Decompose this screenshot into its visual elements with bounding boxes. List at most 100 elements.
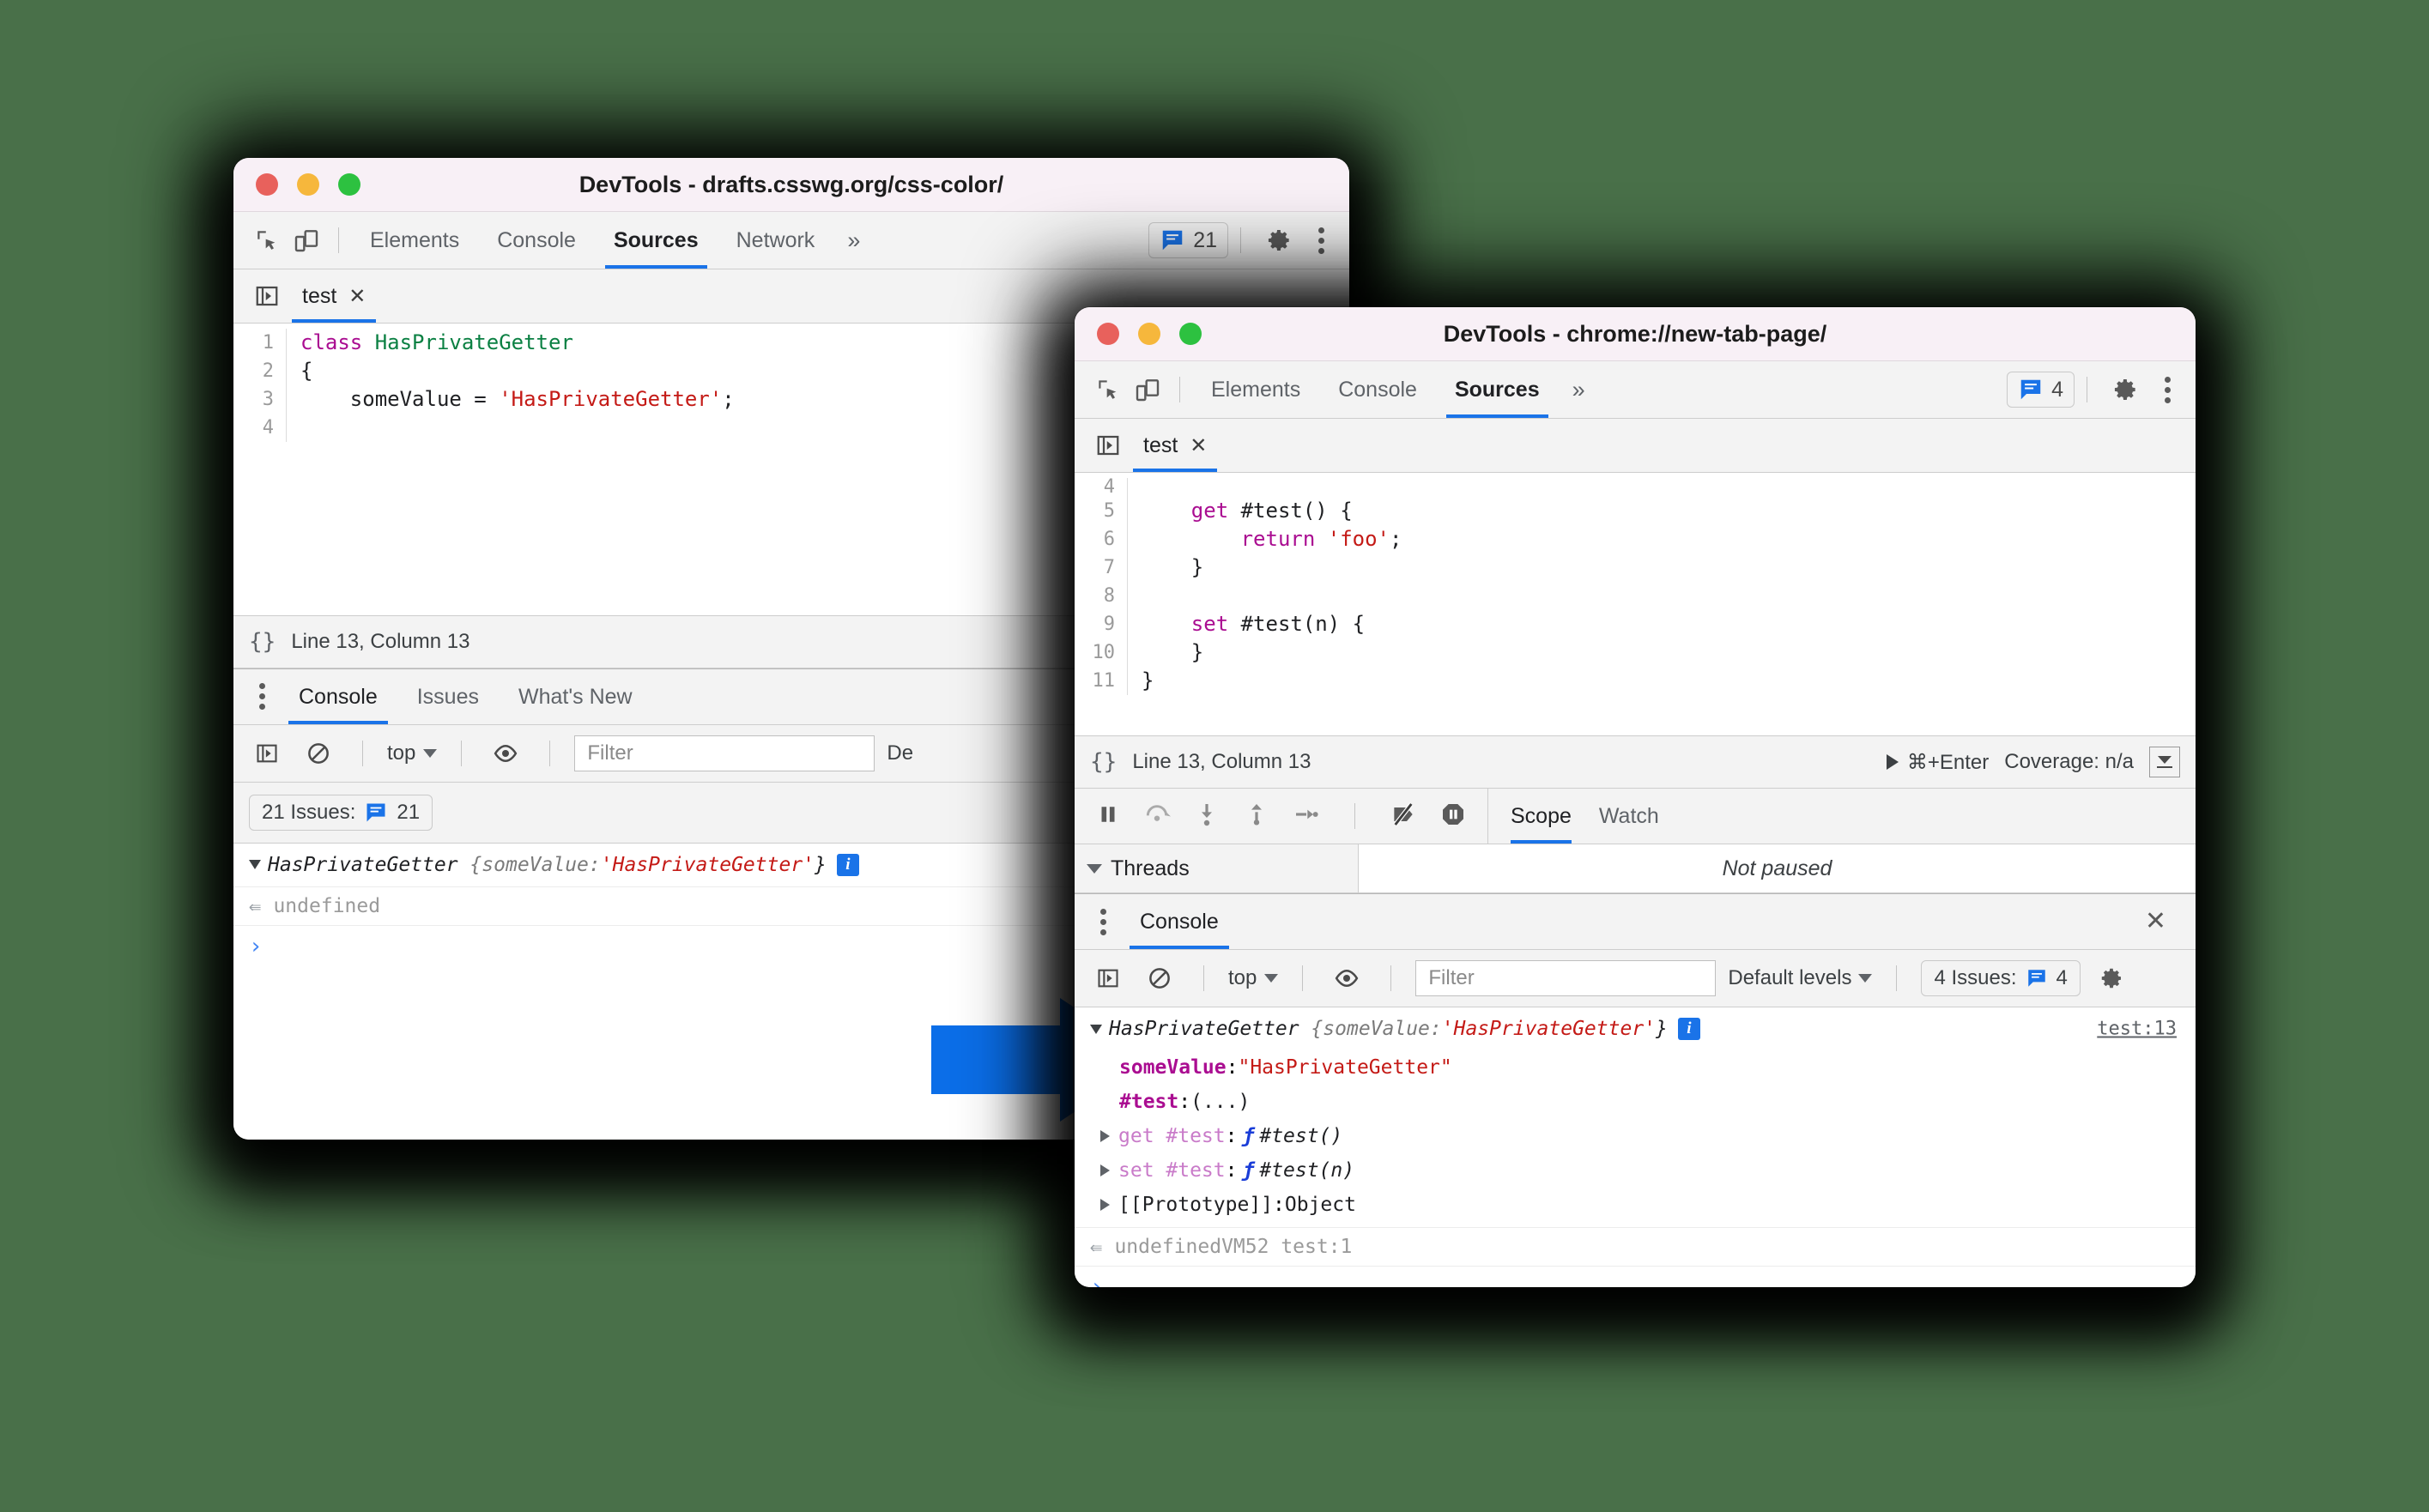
tab-console[interactable]: Console <box>1319 361 1436 418</box>
object-accessor-row[interactable]: get #test : ƒ #test() <box>1075 1119 2196 1153</box>
close-drawer-icon[interactable]: ✕ <box>2145 909 2182 934</box>
filter-input[interactable]: Filter <box>574 735 875 771</box>
debugger-side-tabs[interactable]: Scope Watch <box>1487 789 2196 844</box>
expand-caret-icon[interactable] <box>1090 1024 1102 1034</box>
back-window-traffic-lights[interactable] <box>233 173 360 196</box>
object-property-row[interactable]: someValue : "HasPrivateGetter" <box>1075 1050 2196 1085</box>
console-sidebar-icon[interactable] <box>247 734 287 773</box>
more-tabs-icon[interactable]: » <box>833 227 874 254</box>
file-tab-test[interactable]: test ✕ <box>1128 419 1222 472</box>
levels-label-truncated[interactable]: De <box>887 741 913 765</box>
inspect-icon[interactable] <box>1088 370 1128 409</box>
minimize-window-button[interactable] <box>1138 323 1160 345</box>
console-prompt[interactable]: › <box>1075 1267 2196 1287</box>
kebab-menu-icon[interactable] <box>247 683 276 710</box>
front-code-editor[interactable]: 4 5 get #test() { 6 return 'foo'; 7 } 8 … <box>1075 473 2196 735</box>
return-source-link[interactable]: VM52 test:1 <box>1221 1236 1352 1258</box>
live-expression-icon[interactable] <box>486 734 525 773</box>
object-brace-open <box>458 854 470 876</box>
filter-input[interactable]: Filter <box>1415 960 1717 996</box>
issues-badge[interactable]: 4 <box>2007 372 2075 408</box>
debugger-controls[interactable] <box>1075 789 1487 844</box>
front-debugger-row[interactable]: Scope Watch <box>1075 789 2196 844</box>
source-link[interactable]: test:13 <box>2097 1019 2177 1040</box>
drawer-tab-whats-new[interactable]: What's New <box>501 669 650 724</box>
expand-caret-icon[interactable] <box>1100 1130 1110 1142</box>
object-property-row[interactable]: #test : (...) <box>1075 1085 2196 1119</box>
show-navigator-icon[interactable] <box>1088 426 1128 465</box>
front-drawer-tabbar[interactable]: Console ✕ <box>1075 893 2196 950</box>
issues-badge[interactable]: 21 <box>1148 222 1228 258</box>
tab-sources[interactable]: Sources <box>1436 361 1559 418</box>
issues-pill[interactable]: 4 Issues: 4 <box>1921 960 2081 996</box>
tab-scope[interactable]: Scope <box>1511 789 1572 844</box>
front-threads-row[interactable]: Threads Not paused <box>1075 844 2196 893</box>
front-console-output[interactable]: HasPrivateGetter { someValue : 'HasPriva… <box>1075 1007 2196 1287</box>
close-window-button[interactable] <box>1097 323 1119 345</box>
show-drawer-icon[interactable] <box>2149 747 2180 777</box>
inspect-icon[interactable] <box>247 221 287 260</box>
context-selector[interactable]: top <box>1228 966 1279 990</box>
front-editor-statusbar[interactable]: {} Line 13, Column 13 ⌘+Enter Coverage: … <box>1075 735 2196 789</box>
close-icon[interactable]: ✕ <box>348 284 366 309</box>
step-out-icon[interactable] <box>1243 801 1270 832</box>
step-into-icon[interactable] <box>1193 801 1221 832</box>
step-icon[interactable] <box>1293 801 1320 832</box>
device-toolbar-icon[interactable] <box>1128 370 1167 409</box>
kebab-menu-icon[interactable] <box>2153 376 2182 403</box>
levels-selector[interactable]: Default levels <box>1728 966 1873 990</box>
more-tabs-icon[interactable]: » <box>1559 377 1599 403</box>
front-window-traffic-lights[interactable] <box>1075 323 1202 345</box>
info-icon[interactable]: i <box>836 853 859 876</box>
maximize-window-button[interactable] <box>338 173 360 196</box>
drawer-tab-console[interactable]: Console <box>282 669 395 724</box>
context-selector[interactable]: top <box>387 741 438 765</box>
object-prototype-row[interactable]: [[Prototype]] : Object <box>1075 1188 2196 1228</box>
file-tab-test[interactable]: test ✕ <box>287 269 381 323</box>
front-devtools-window[interactable]: DevTools - chrome://new-tab-page/ Elemen… <box>1075 307 2196 1287</box>
info-icon[interactable]: i <box>1677 1018 1700 1040</box>
console-object-row[interactable]: HasPrivateGetter { someValue : 'HasPriva… <box>1075 1007 2196 1050</box>
format-code-icon[interactable]: {} <box>1090 749 1117 775</box>
device-toolbar-icon[interactable] <box>287 221 326 260</box>
front-console-filter-bar[interactable]: top Filter Default levels 4 Issues: 4 <box>1075 950 2196 1007</box>
gear-icon[interactable] <box>2093 959 2132 998</box>
chevron-down-icon[interactable] <box>1087 863 1102 874</box>
live-expression-icon[interactable] <box>1327 959 1366 998</box>
format-code-icon[interactable]: {} <box>249 629 276 655</box>
gear-icon[interactable] <box>2106 370 2146 409</box>
threads-section[interactable]: Threads <box>1075 844 1358 892</box>
pause-on-exceptions-icon[interactable] <box>1439 801 1467 832</box>
tab-elements[interactable]: Elements <box>351 212 478 269</box>
front-sources-file-tabbar[interactable]: test ✕ <box>1075 419 2196 473</box>
clear-console-icon[interactable] <box>1140 959 1179 998</box>
close-icon[interactable]: ✕ <box>1190 433 1207 458</box>
pause-icon[interactable] <box>1095 801 1121 832</box>
tab-watch[interactable]: Watch <box>1599 789 1659 844</box>
drawer-tab-issues[interactable]: Issues <box>400 669 496 724</box>
kebab-menu-icon[interactable] <box>1088 908 1118 935</box>
show-navigator-icon[interactable] <box>247 276 287 316</box>
tab-network[interactable]: Network <box>718 212 834 269</box>
close-window-button[interactable] <box>256 173 278 196</box>
deactivate-breakpoints-icon[interactable] <box>1390 801 1417 832</box>
minimize-window-button[interactable] <box>297 173 319 196</box>
issues-pill[interactable]: 21 Issues: 21 <box>249 794 433 831</box>
expand-caret-icon[interactable] <box>249 860 261 869</box>
run-snippet-button[interactable]: ⌘+Enter <box>1886 750 1989 775</box>
kebab-menu-icon[interactable] <box>1306 227 1336 254</box>
maximize-window-button[interactable] <box>1179 323 1202 345</box>
console-sidebar-icon[interactable] <box>1088 959 1128 998</box>
front-devtools-tabbar[interactable]: Elements Console Sources » 4 <box>1075 361 2196 419</box>
drawer-tab-console[interactable]: Console <box>1123 894 1236 949</box>
gear-icon[interactable] <box>1260 221 1299 260</box>
step-over-icon[interactable] <box>1143 801 1172 832</box>
object-accessor-row[interactable]: set #test : ƒ #test(n) <box>1075 1153 2196 1188</box>
expand-caret-icon[interactable] <box>1100 1199 1110 1211</box>
clear-console-icon[interactable] <box>299 734 338 773</box>
tab-elements[interactable]: Elements <box>1192 361 1319 418</box>
tab-console[interactable]: Console <box>478 212 595 269</box>
expand-caret-icon[interactable] <box>1100 1164 1110 1176</box>
tab-sources[interactable]: Sources <box>595 212 718 269</box>
back-devtools-tabbar[interactable]: Elements Console Sources Network » 21 <box>233 212 1349 269</box>
